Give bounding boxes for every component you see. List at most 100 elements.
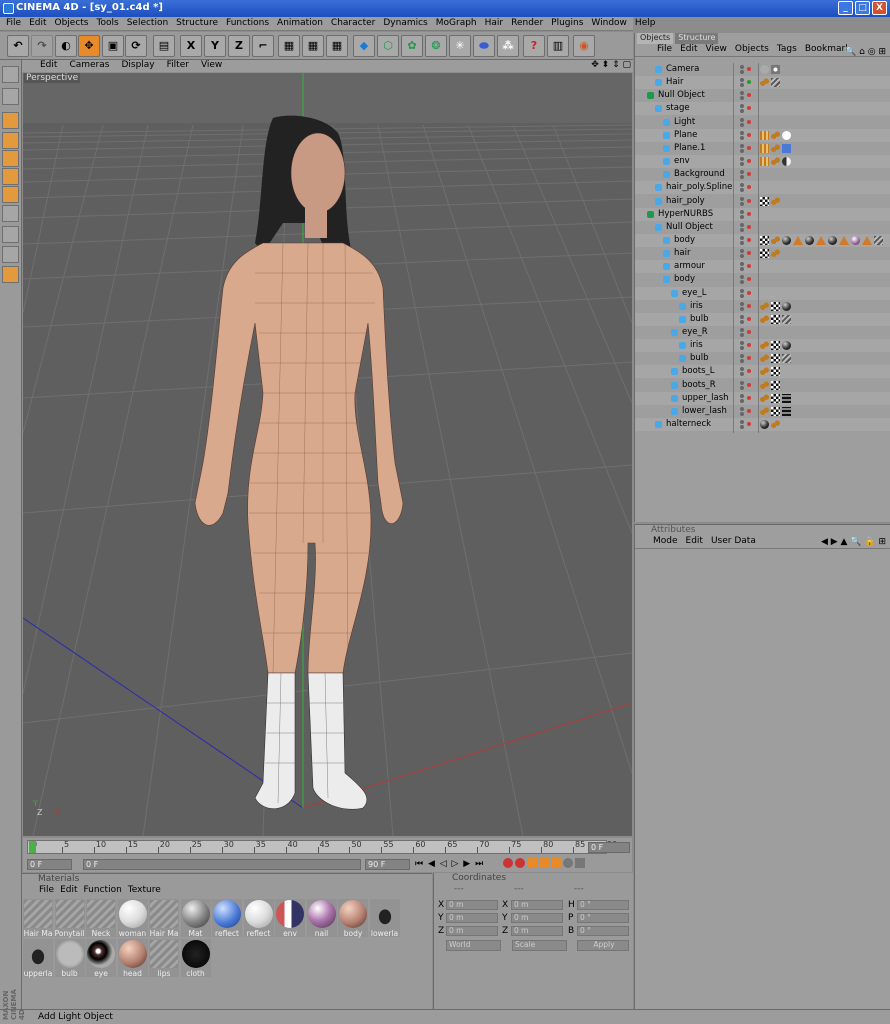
render-visibility-dot[interactable] xyxy=(740,254,744,259)
enabled-dot[interactable] xyxy=(747,316,751,321)
editor-visibility-dot[interactable] xyxy=(740,249,744,254)
visibility-dots[interactable] xyxy=(738,392,760,405)
render-visibility-dot[interactable] xyxy=(740,109,744,114)
object-tree-row[interactable]: Null Object xyxy=(635,89,890,102)
scale-tool-icon[interactable]: ▣ xyxy=(102,35,124,57)
end-frame-field[interactable]: 90 F xyxy=(365,859,410,870)
object-tree-row[interactable]: eye_L xyxy=(635,286,890,300)
array-icon[interactable]: ✿ xyxy=(401,35,423,57)
check-tag-icon[interactable] xyxy=(771,341,780,351)
hairtag-tag-icon[interactable] xyxy=(760,367,769,377)
editor-visibility-dot[interactable] xyxy=(740,341,744,346)
tri-tag-icon[interactable] xyxy=(816,235,826,245)
visibility-dots[interactable] xyxy=(738,339,760,352)
render-visibility-dot[interactable] xyxy=(740,83,744,88)
visibility-dots[interactable] xyxy=(738,142,760,155)
object-tree-row[interactable]: armour xyxy=(635,260,890,274)
editor-visibility-dot[interactable] xyxy=(740,406,744,411)
hatch-tag-icon[interactable] xyxy=(771,78,780,88)
coord-value-field[interactable]: 0 m xyxy=(511,913,563,923)
enabled-dot[interactable] xyxy=(747,395,751,400)
enabled-dot[interactable] xyxy=(747,80,751,85)
object-tree-row[interactable]: lower_lash xyxy=(635,405,890,418)
editor-visibility-dot[interactable] xyxy=(740,314,744,319)
enabled-dot[interactable] xyxy=(747,303,751,308)
hairtag-tag-icon[interactable] xyxy=(760,314,769,324)
hairtag-tag-icon[interactable] xyxy=(771,420,780,430)
points-mode-icon[interactable] xyxy=(2,150,19,167)
menu-item[interactable]: Selection xyxy=(123,17,172,30)
enabled-dot[interactable] xyxy=(747,224,751,229)
enabled-dot[interactable] xyxy=(747,264,751,269)
axis-z-button[interactable]: Z xyxy=(228,35,250,57)
material-swatch[interactable]: woman xyxy=(117,899,148,938)
object-tree-row[interactable]: bulb xyxy=(635,312,890,326)
render-visibility-dot[interactable] xyxy=(740,227,744,232)
object-tree-row[interactable]: boots_R xyxy=(635,379,890,392)
check-tag-icon[interactable] xyxy=(771,314,780,324)
enabled-dot[interactable] xyxy=(747,343,751,348)
object-tree-row[interactable]: hair xyxy=(635,247,890,260)
enabled-dot[interactable] xyxy=(747,330,751,334)
maximize-button[interactable]: □ xyxy=(855,1,870,15)
object-mode-icon[interactable] xyxy=(2,88,19,105)
tri-tag-icon[interactable] xyxy=(793,235,803,245)
hairtag-tag-icon[interactable] xyxy=(760,380,769,390)
viewport-menu-item[interactable]: Cameras xyxy=(63,60,115,72)
film-tag-icon[interactable] xyxy=(760,157,769,167)
material-swatch[interactable]: Hair Ma xyxy=(23,899,53,938)
coord-value-field[interactable]: 0 ° xyxy=(577,900,629,910)
viewport-menu-item[interactable]: Edit xyxy=(34,60,63,72)
object-menu-item[interactable]: Bookmarl xyxy=(801,44,852,56)
object-manager-tab[interactable]: Structure xyxy=(675,33,719,44)
visibility-dots[interactable] xyxy=(738,63,760,76)
object-tree-row[interactable]: eye_R xyxy=(635,326,890,339)
redo-icon[interactable]: ↷ xyxy=(31,35,53,57)
render-visibility-dot[interactable] xyxy=(740,188,744,193)
enabled-dot[interactable] xyxy=(747,382,751,387)
polygons-mode-icon[interactable] xyxy=(2,186,19,203)
check-tag-icon[interactable] xyxy=(760,249,769,259)
enabled-dot[interactable] xyxy=(747,172,751,177)
deformer-icon[interactable]: ❂ xyxy=(425,35,447,57)
check-tag-icon[interactable] xyxy=(771,367,780,377)
menu-item[interactable]: Tools xyxy=(93,17,123,30)
half-tag-icon[interactable] xyxy=(782,157,791,167)
editor-visibility-dot[interactable] xyxy=(740,354,744,359)
check-tag-icon[interactable] xyxy=(771,380,780,390)
visibility-dots[interactable] xyxy=(738,181,760,194)
object-menu-item[interactable]: Objects xyxy=(731,44,773,56)
render-visibility-dot[interactable] xyxy=(740,293,744,298)
hairtag-tag-icon[interactable] xyxy=(760,406,769,416)
render-visibility-dot[interactable] xyxy=(740,267,744,272)
attributes-menu-item[interactable]: User Data xyxy=(707,536,760,548)
object-tree-row[interactable]: halterneck xyxy=(635,418,890,432)
object-tree-row[interactable]: iris xyxy=(635,300,890,313)
visibility-dots[interactable] xyxy=(738,116,760,129)
object-tree-row[interactable]: hair_poly.Spline xyxy=(635,181,890,195)
render-settings-icon[interactable]: ▦ xyxy=(326,35,348,57)
darkball-tag-icon[interactable] xyxy=(805,235,814,245)
menu-item[interactable]: Dynamics xyxy=(379,17,431,30)
axis-y-button[interactable]: Y xyxy=(204,35,226,57)
render-visibility-dot[interactable] xyxy=(740,333,744,337)
axis-x-button[interactable]: X xyxy=(180,35,202,57)
object-menu-item[interactable]: File xyxy=(653,44,676,56)
editor-visibility-dot[interactable] xyxy=(740,183,744,188)
rotate-tool-icon[interactable]: ⟳ xyxy=(125,35,147,57)
materials-menu-item[interactable]: File xyxy=(36,885,57,895)
enabled-dot[interactable] xyxy=(747,198,751,203)
lash-tag-icon[interactable] xyxy=(782,406,791,416)
render-sphere-icon[interactable]: ◉ xyxy=(573,35,595,57)
material-swatch[interactable]: reflect xyxy=(212,899,242,938)
menu-item[interactable]: Render xyxy=(507,17,547,30)
material-swatch[interactable]: eye xyxy=(86,939,116,978)
attributes-nav-icons[interactable]: ◀ ▶ ▲ 🔍 🔒 ⊞ xyxy=(821,537,886,547)
attributes-menu-item[interactable]: Edit xyxy=(682,536,707,548)
object-tree-row[interactable]: Plane.1 xyxy=(635,142,890,155)
min-frame-slider[interactable]: 0 F xyxy=(83,859,361,870)
texture-mode-icon[interactable] xyxy=(2,112,19,129)
object-tree-row[interactable]: body xyxy=(635,273,890,286)
playback-controls[interactable]: ⏮ ◀ ◁ ▷ ▶ ⏭ xyxy=(415,859,484,869)
film-icon[interactable]: ▤ xyxy=(153,35,175,57)
